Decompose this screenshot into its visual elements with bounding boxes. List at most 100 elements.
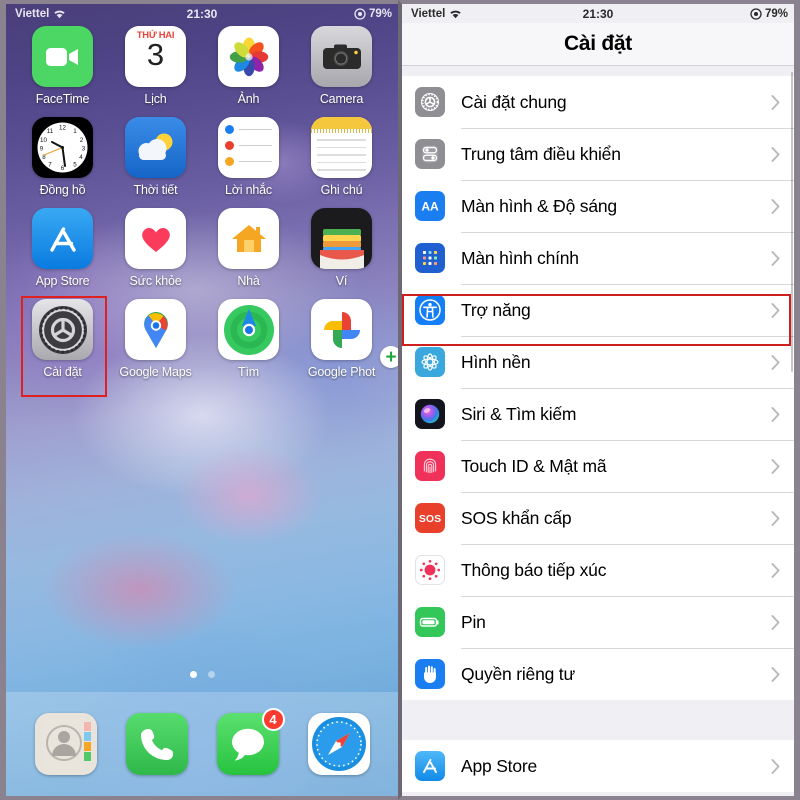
gear-icon <box>415 87 445 117</box>
app-label: Ảnh <box>237 92 260 106</box>
chevron-right-icon <box>771 146 780 162</box>
settings-row-label: Màn hình & Độ sáng <box>461 195 617 216</box>
dock-item-contacts[interactable] <box>34 713 97 775</box>
chevron-right-icon <box>771 758 780 774</box>
settings-row-label: Siri & Tìm kiếm <box>461 403 577 424</box>
add-app-plus-icon[interactable]: + <box>380 346 398 368</box>
section-spacer <box>402 66 794 76</box>
svg-text:10: 10 <box>40 137 47 144</box>
dock-item-phone[interactable] <box>125 713 188 775</box>
settings-row-accessibility[interactable]: Trợ năng <box>402 284 794 336</box>
app-label: Ghi chú <box>320 183 363 197</box>
app-clock[interactable]: 12 1 2 3 4 5 6 7 8 9 10 11 Đồng hồ <box>16 117 109 197</box>
settings-app-highlight <box>21 296 107 397</box>
svg-text:12: 12 <box>59 125 66 132</box>
dock-item-messages[interactable]: 4 <box>216 708 285 775</box>
clock-label: 21:30 <box>582 6 614 21</box>
app-facetime[interactable]: FaceTime <box>16 26 109 106</box>
battery-icon <box>415 607 445 637</box>
app-google-photos[interactable]: Google Phot + <box>295 299 398 379</box>
app-camera[interactable]: Camera <box>295 26 388 106</box>
settings-panel: Viettel 21:30 79% Cài đặt Cài đặt chung … <box>398 0 800 800</box>
camera-icon <box>311 26 372 87</box>
app-health[interactable]: Sức khỏe <box>109 208 202 288</box>
app-wallet[interactable]: Ví <box>295 208 388 288</box>
app-label: Lịch <box>144 92 167 106</box>
side-by-side-screenshot: Viettel 21:30 79% FaceTime THỨ HAI 3 Lịc… <box>0 0 800 800</box>
chevron-right-icon <box>771 406 780 422</box>
settings-row-label: App Store <box>461 755 538 776</box>
settings-group-main: Cài đặt chung Trung tâm điều khiển AA Mà… <box>402 76 794 700</box>
settings-row-home-screen[interactable]: Màn hình chính <box>402 232 794 284</box>
settings-row-label: SOS khẩn cấp <box>461 507 572 528</box>
app-label: Nhà <box>237 274 260 288</box>
chevron-right-icon <box>771 198 780 214</box>
settings-row-label: Thông báo tiếp xúc <box>461 559 607 580</box>
page-dot-active[interactable] <box>189 671 197 678</box>
app-label: Ví <box>335 274 348 288</box>
settings-row-exposure-notifications[interactable]: Thông báo tiếp xúc <box>402 544 794 596</box>
reminders-icon <box>218 117 279 178</box>
settings-row-display-brightness[interactable]: AA Màn hình & Độ sáng <box>402 180 794 232</box>
dock-item-safari[interactable] <box>307 713 370 775</box>
chevron-right-icon <box>771 250 780 266</box>
app-label: Google Phot <box>307 365 376 379</box>
navigation-header: Cài đặt <box>402 23 794 66</box>
settings-row-general[interactable]: Cài đặt chung <box>402 76 794 128</box>
settings-row-label: Trung tâm điều khiển <box>461 143 621 164</box>
app-label: Tìm <box>238 365 259 379</box>
svg-text:5: 5 <box>73 162 77 169</box>
app-calendar[interactable]: THỨ HAI 3 Lịch <box>109 26 202 106</box>
health-icon <box>125 208 186 269</box>
app-row: App Store Sức khỏe Nhà Ví <box>16 208 388 288</box>
app-row: Cài đặt Google Maps Tìm Google Phot + <box>16 296 398 397</box>
wallet-icon <box>311 208 372 269</box>
settings-row-siri-search[interactable]: Siri & Tìm kiếm <box>402 388 794 440</box>
clock-label: 21:30 <box>186 6 218 21</box>
chevron-right-icon <box>771 94 780 110</box>
svg-text:3: 3 <box>82 146 86 153</box>
settings-row-emergency-sos[interactable]: SOS SOS khẩn cấp <box>402 492 794 544</box>
app-label: Google Maps <box>119 365 192 379</box>
app-photos[interactable]: Ảnh <box>202 26 295 106</box>
google-maps-icon <box>125 299 186 360</box>
settings-row-touch-id-passcode[interactable]: Touch ID & Mật mã <box>402 440 794 492</box>
app-settings[interactable]: Cài đặt <box>16 296 109 397</box>
settings-row-label: Trợ năng <box>461 299 531 320</box>
settings-row-privacy[interactable]: Quyền riêng tư <box>402 648 794 700</box>
facetime-icon <box>32 26 93 87</box>
settings-list[interactable]: Cài đặt chung Trung tâm điều khiển AA Mà… <box>402 66 794 796</box>
settings-row-battery[interactable]: Pin <box>402 596 794 648</box>
status-bar-left: Viettel 21:30 79% <box>6 4 398 23</box>
app-label: Đồng hồ <box>39 183 86 197</box>
chevron-right-icon <box>771 510 780 526</box>
status-bar-right: Viettel 21:30 79% <box>402 4 794 23</box>
app-row: 12 1 2 3 4 5 6 7 8 9 10 11 Đồng hồ Thời … <box>16 117 388 197</box>
app-label: Thời tiết <box>133 183 178 197</box>
svg-text:AA: AA <box>421 200 439 214</box>
chevron-right-icon <box>771 302 780 318</box>
app-google-maps[interactable]: Google Maps <box>109 299 202 379</box>
app-weather[interactable]: Thời tiết <box>109 117 202 197</box>
settings-row-label: Màn hình chính <box>461 247 579 268</box>
settings-row-control-center[interactable]: Trung tâm điều khiển <box>402 128 794 180</box>
app-app-store[interactable]: App Store <box>16 208 109 288</box>
app-notes[interactable]: Ghi chú <box>295 117 388 197</box>
chevron-right-icon <box>771 458 780 474</box>
page-indicator[interactable] <box>6 671 398 678</box>
settings-row-app-store[interactable]: App Store <box>402 740 794 792</box>
vertical-scrollbar[interactable] <box>790 72 793 372</box>
messages-badge: 4 <box>261 708 285 731</box>
find-my-icon <box>218 299 279 360</box>
wallpaper-icon <box>415 347 445 377</box>
app-home[interactable]: Nhà <box>202 208 295 288</box>
settings-row-label: Hình nền <box>461 351 531 372</box>
app-find-my[interactable]: Tìm <box>202 299 295 379</box>
app-reminders[interactable]: Lời nhắc <box>202 117 295 197</box>
app-store-icon <box>32 208 93 269</box>
display-brightness-icon: AA <box>415 191 445 221</box>
settings-row-label: Cài đặt chung <box>461 91 567 112</box>
page-dot[interactable] <box>207 671 215 678</box>
settings-row-wallpaper[interactable]: Hình nền <box>402 336 794 388</box>
app-row: FaceTime THỨ HAI 3 Lịch Ảnh Camera <box>16 26 388 106</box>
